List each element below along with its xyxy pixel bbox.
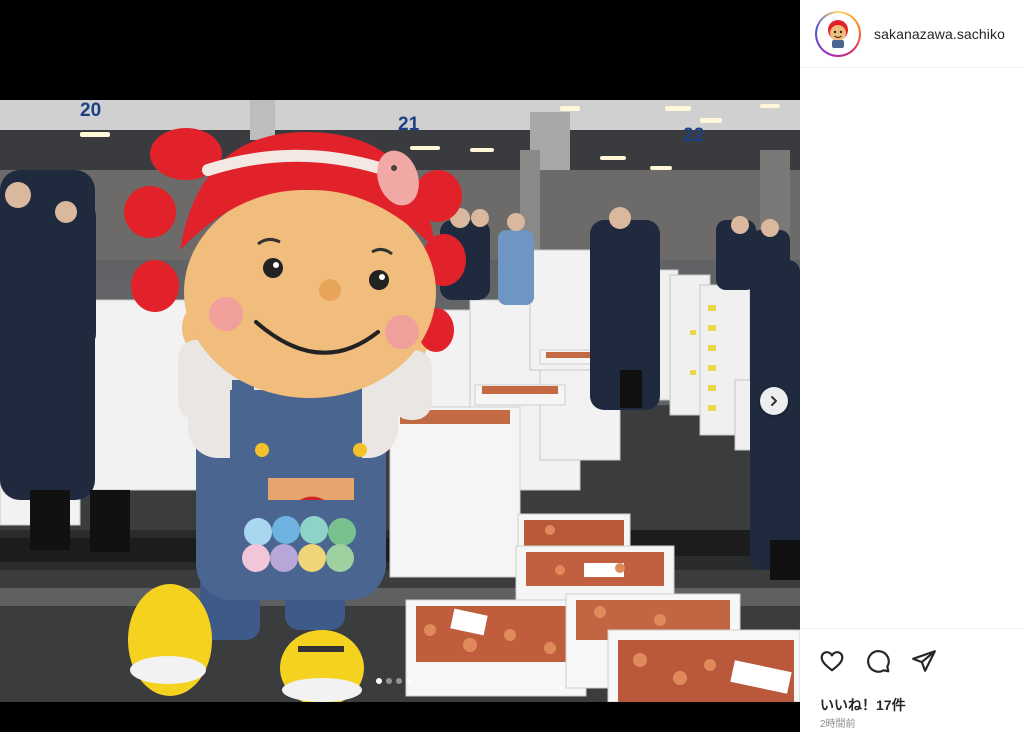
carousel-indicator <box>376 678 412 684</box>
share-button[interactable] <box>910 647 938 675</box>
comment-button[interactable] <box>864 647 892 675</box>
carousel-dot <box>376 678 382 684</box>
carousel-next-button[interactable] <box>760 387 788 415</box>
post-timestamp: 2時間前 <box>820 719 856 730</box>
carousel-dot <box>396 678 402 684</box>
carousel-dot <box>386 678 392 684</box>
post-sidebar: sakanazawa.sachiko いいね！17件 2時間前 <box>800 0 1024 732</box>
chevron-right-icon <box>771 396 777 406</box>
comment-icon <box>867 650 890 673</box>
gate-number-21: 21 <box>398 114 420 135</box>
post-actions: いいね！17件 2時間前 <box>800 628 1024 732</box>
mascot-avatar-icon <box>828 19 848 48</box>
username-link[interactable]: sakanazawa.sachiko <box>874 26 1005 42</box>
likes-count[interactable]: いいね！17件 <box>820 695 906 715</box>
like-button[interactable] <box>818 647 846 675</box>
fish-market-scene <box>0 100 800 702</box>
post-photo[interactable]: 20 21 22 <box>0 100 800 702</box>
avatar[interactable] <box>815 10 861 57</box>
post-header: sakanazawa.sachiko <box>800 0 1024 68</box>
carousel-dot <box>406 678 412 684</box>
post-media: 20 21 22 <box>0 0 800 732</box>
gate-number-22: 22 <box>683 125 705 146</box>
heart-icon <box>820 651 844 672</box>
gate-number-20: 20 <box>80 100 102 121</box>
paper-plane-icon <box>912 650 936 672</box>
